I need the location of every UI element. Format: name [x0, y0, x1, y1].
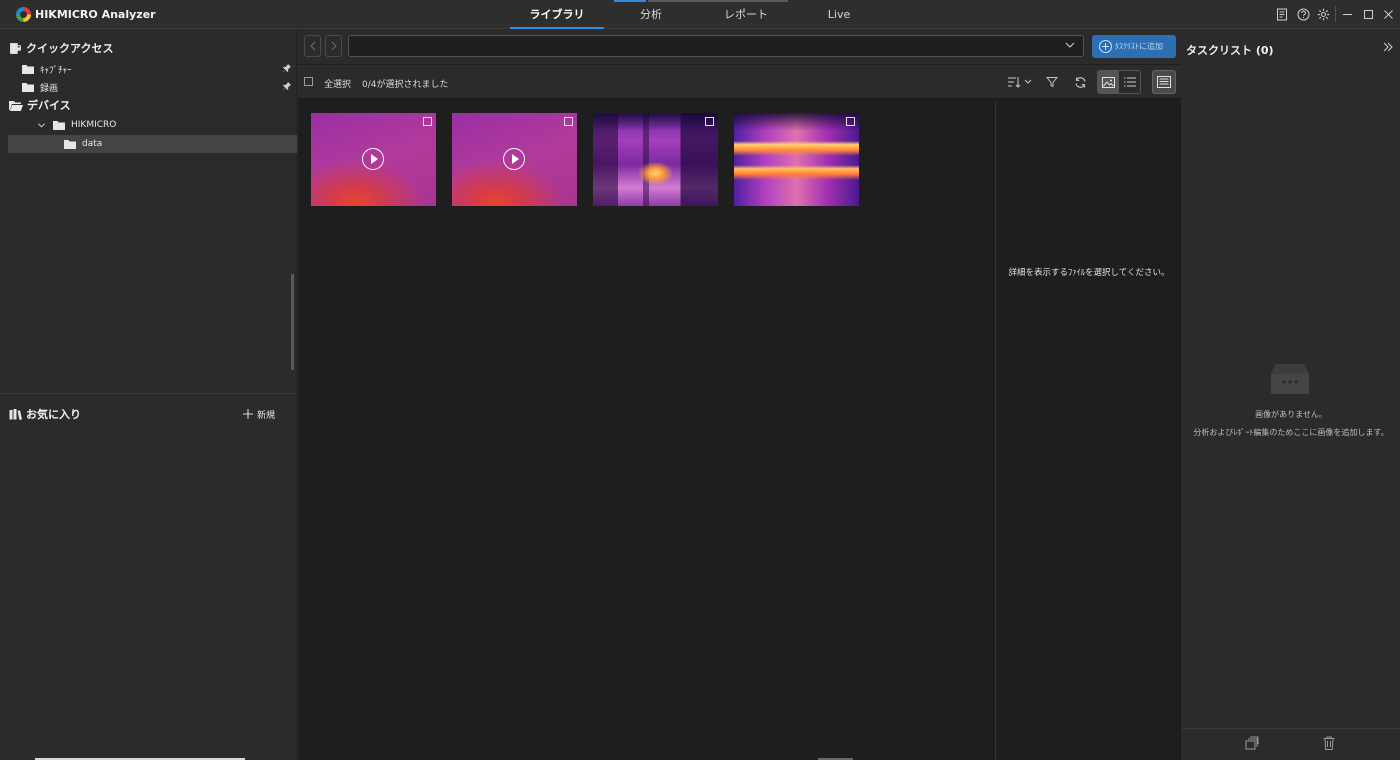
- task-list-footer-divider: [1182, 728, 1400, 729]
- new-favorite-button[interactable]: 新規: [243, 405, 283, 423]
- app-logo-icon: [16, 7, 31, 22]
- title-bar: HIKMICRO Analyzer ライブラリ 分析 レポート Live: [0, 0, 1400, 29]
- sort-icon: [1008, 77, 1032, 88]
- empty-tray-icon: [1271, 364, 1309, 394]
- folder-icon: [22, 65, 34, 74]
- navigation-bar: + ﾀｽｸﾘｽﾄに追加: [298, 30, 1181, 64]
- thumbnail-checkbox[interactable]: [846, 117, 855, 126]
- thumbnail-item[interactable]: [311, 113, 436, 206]
- plus-icon: [243, 409, 253, 419]
- maximize-icon[interactable]: [1361, 7, 1376, 22]
- add-to-task-list-label: ﾀｽｸﾘｽﾄに追加: [1115, 42, 1163, 51]
- select-all-label[interactable]: 全選択: [324, 77, 351, 90]
- left-sidebar: クイックアクセス ｷｬﾌﾟﾁｬｰ 録画 デバイス HIKMICRO data お…: [0, 30, 297, 760]
- sidebar-section-devices[interactable]: デバイス: [0, 96, 297, 114]
- thumbnail-grid: [298, 100, 994, 760]
- tab-live[interactable]: Live: [810, 0, 868, 29]
- back-button[interactable]: [304, 35, 321, 57]
- sidebar-item-label: 録画: [40, 83, 59, 94]
- sidebar-item-data-folder[interactable]: data: [8, 135, 297, 153]
- export-icon[interactable]: [1243, 735, 1259, 751]
- detail-panel-toggle[interactable]: [1152, 70, 1176, 94]
- image-icon: [1102, 76, 1115, 88]
- library-toolbar: 全選択 0/4が選択されました: [298, 65, 1181, 99]
- thumbnail-item[interactable]: [593, 113, 718, 206]
- sidebar-item-recording[interactable]: 録画: [0, 78, 297, 96]
- sidebar-item-label: data: [82, 139, 103, 149]
- sort-button[interactable]: [1005, 73, 1035, 91]
- refresh-icon: [1074, 76, 1086, 88]
- tab-library[interactable]: ライブラリ: [510, 0, 604, 29]
- collapse-panel-icon[interactable]: [1382, 41, 1394, 53]
- sidebar-section-label: お気に入り: [26, 408, 81, 421]
- help-icon[interactable]: [1296, 7, 1311, 22]
- notes-icon[interactable]: [1275, 7, 1290, 22]
- thumbnail-item[interactable]: [452, 113, 577, 206]
- add-circle-icon: +: [1099, 40, 1112, 53]
- chevron-down-icon: [1065, 42, 1075, 48]
- play-icon[interactable]: [362, 148, 384, 170]
- folder-icon: [53, 121, 65, 130]
- sidebar-section-label: クイックアクセス: [26, 42, 114, 55]
- task-list-title: タスクリスト (0): [1186, 42, 1274, 58]
- sidebar-item-capture[interactable]: ｷｬﾌﾟﾁｬｰ: [0, 60, 297, 78]
- task-list-title-label: タスクリスト: [1186, 44, 1252, 57]
- trash-icon[interactable]: [1321, 735, 1337, 751]
- empty-state-hint: 分析およびﾚﾎﾟｰﾄ編集のためここに画像を追加します。: [1193, 428, 1389, 437]
- thumbnail-view-button[interactable]: [1098, 71, 1119, 93]
- detail-placeholder: 詳細を表示するﾌｧｲﾙを選択してください。: [1008, 268, 1170, 278]
- sidebar-item-label: HIKMICRO: [71, 120, 117, 130]
- thumbnail-checkbox[interactable]: [705, 117, 714, 126]
- title-separator: [1335, 6, 1336, 22]
- favorites-divider: [0, 393, 297, 394]
- select-all-checkbox[interactable]: [304, 77, 313, 86]
- chevron-down-icon[interactable]: [37, 121, 46, 130]
- library-panel: + ﾀｽｸﾘｽﾄに追加 全選択 0/4が選択されました 詳細を表示するﾌｧｲﾙを…: [298, 30, 1181, 760]
- filter-icon: [1046, 77, 1058, 88]
- app-title: HIKMICRO Analyzer: [35, 8, 156, 21]
- thumbnail-item[interactable]: [734, 113, 859, 206]
- selection-status: 0/4が選択されました: [362, 80, 449, 90]
- settings-icon[interactable]: [1316, 7, 1331, 22]
- task-list-panel: タスクリスト (0) 画像がありません。 分析およびﾚﾎﾟｰﾄ編集のためここに画…: [1182, 30, 1400, 760]
- sidebar-section-quick-access[interactable]: クイックアクセス: [0, 39, 297, 57]
- tab-report[interactable]: レポート: [705, 0, 787, 29]
- list-icon: [1123, 77, 1136, 87]
- pin-icon[interactable]: [282, 81, 292, 91]
- details-panel-icon: [1157, 76, 1171, 88]
- refresh-button[interactable]: [1071, 73, 1089, 91]
- quick-access-icon: [10, 42, 21, 54]
- folder-icon: [64, 140, 76, 149]
- sidebar-item-device-hikmicro[interactable]: HIKMICRO: [0, 116, 297, 134]
- file-detail-pane: 詳細を表示するﾌｧｲﾙを選択してください。: [995, 100, 1181, 760]
- pin-icon[interactable]: [282, 63, 292, 73]
- thumbnail-checkbox[interactable]: [564, 117, 573, 126]
- books-icon: [9, 408, 22, 420]
- filter-button[interactable]: [1043, 73, 1061, 91]
- task-list-count: (0): [1255, 44, 1274, 57]
- tab-analysis[interactable]: 分析: [615, 0, 687, 29]
- thumbnail-checkbox[interactable]: [423, 117, 432, 126]
- new-favorite-label: 新規: [257, 410, 276, 421]
- forward-button[interactable]: [325, 35, 342, 57]
- empty-state-title: 画像がありません。: [1255, 410, 1327, 419]
- path-dropdown[interactable]: [348, 35, 1084, 57]
- list-view-button[interactable]: [1119, 71, 1140, 93]
- chevron-left-icon: [309, 41, 315, 51]
- view-mode-toggle: [1097, 70, 1141, 94]
- open-folder-icon: [9, 100, 23, 111]
- minimize-icon[interactable]: [1340, 7, 1355, 22]
- close-icon[interactable]: [1381, 7, 1396, 22]
- sidebar-scrollbar[interactable]: [291, 274, 294, 370]
- sidebar-section-label: デバイス: [27, 99, 71, 112]
- chevron-right-icon: [331, 41, 337, 51]
- add-to-task-list-button[interactable]: + ﾀｽｸﾘｽﾄに追加: [1092, 35, 1176, 58]
- folder-icon: [22, 83, 34, 92]
- play-icon[interactable]: [503, 148, 525, 170]
- sidebar-item-label: ｷｬﾌﾟﾁｬｰ: [40, 65, 72, 76]
